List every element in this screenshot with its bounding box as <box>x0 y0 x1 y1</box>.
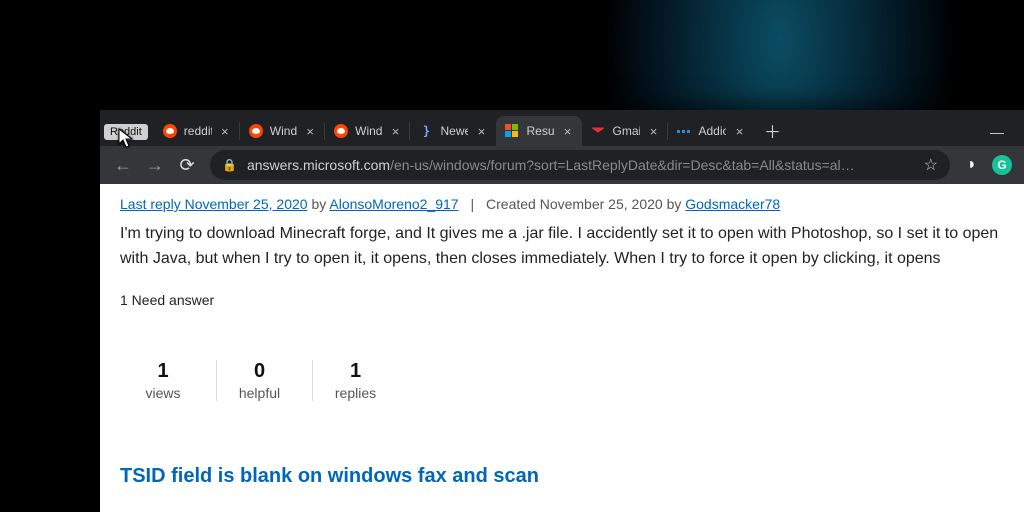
url-text: answers.microsoft.com/en-us/windows/foru… <box>247 157 914 173</box>
reddit-icon <box>248 123 264 139</box>
lock-icon: 🔒 <box>222 158 237 172</box>
tab-addictive[interactable]: Addic × <box>668 116 754 146</box>
close-icon[interactable]: × <box>732 124 746 138</box>
tab-tooltip: Reddit <box>104 124 148 140</box>
tab-title: Newe <box>440 124 468 138</box>
tab-strip: Reddit reddit × Wind × Wind × } Newe × R… <box>100 110 1024 146</box>
post-stats: 1 views 0 helpful 1 replies <box>120 360 1004 401</box>
close-icon[interactable]: × <box>303 124 317 138</box>
tab-microsoft-answers[interactable]: Result × <box>496 116 582 146</box>
next-thread-title[interactable]: TSID field is blank on windows fax and s… <box>120 465 1004 488</box>
bookmark-star-icon[interactable]: ☆ <box>924 155 938 175</box>
tab-title: Wind <box>355 124 382 138</box>
minimize-button[interactable]: — <box>976 118 1018 146</box>
gmail-icon <box>590 123 606 139</box>
window-controls: — <box>976 118 1018 146</box>
toolbar: ← → ⟳ 🔒 answers.microsoft.com/en-us/wind… <box>100 146 1024 184</box>
tab-title: Wind <box>270 124 297 138</box>
post-meta: Last reply November 25, 2020 by AlonsoMo… <box>120 196 1004 212</box>
reddit-icon <box>162 123 178 139</box>
last-reply-link[interactable]: Last reply November 25, 2020 <box>120 196 308 212</box>
tab-gmail[interactable]: Gmail × <box>582 116 668 146</box>
stat-replies: 1 replies <box>312 360 398 401</box>
browser-window: Reddit reddit × Wind × Wind × } Newe × R… <box>100 110 1024 512</box>
tab-title: Addic <box>698 124 726 138</box>
close-icon[interactable]: × <box>218 124 232 138</box>
microsoft-icon <box>504 123 520 139</box>
tab-title: Result <box>526 124 554 138</box>
need-answer-label: 1 Need answer <box>120 292 1004 308</box>
post-body: I'm trying to download Minecraft forge, … <box>120 222 1004 272</box>
tab-reddit-1[interactable]: reddit × <box>154 116 240 146</box>
tab-title: Gmail <box>612 124 640 138</box>
grammarly-extension-icon[interactable]: G <box>988 151 1016 179</box>
stat-views: 1 views <box>120 360 206 401</box>
tab-reddit-2[interactable]: Wind × <box>240 116 325 146</box>
reply-author-link[interactable]: AlonsoMoreno2_917 <box>329 196 458 212</box>
tab-reddit-3[interactable]: Wind × <box>325 116 410 146</box>
address-bar[interactable]: 🔒 answers.microsoft.com/en-us/windows/fo… <box>210 150 950 180</box>
close-icon[interactable]: × <box>474 124 488 138</box>
tab-newegg[interactable]: } Newe × <box>410 116 496 146</box>
new-tab-button[interactable]: ＋ <box>758 116 786 144</box>
tab-title: reddit <box>184 124 212 138</box>
brace-icon: } <box>418 123 434 139</box>
close-icon[interactable]: × <box>388 124 402 138</box>
dots-icon <box>676 123 692 139</box>
created-author-link[interactable]: Godsmacker78 <box>685 196 780 212</box>
close-icon[interactable]: × <box>646 124 660 138</box>
page-content: Last reply November 25, 2020 by AlonsoMo… <box>100 184 1024 512</box>
back-button[interactable]: ← <box>108 150 138 180</box>
close-icon[interactable]: × <box>560 124 574 138</box>
pocket-extension-icon[interactable]: ◗ <box>958 151 986 179</box>
forward-button[interactable]: → <box>140 150 170 180</box>
stat-helpful: 0 helpful <box>216 360 302 401</box>
reload-button[interactable]: ⟳ <box>172 150 202 180</box>
reddit-icon <box>333 123 349 139</box>
